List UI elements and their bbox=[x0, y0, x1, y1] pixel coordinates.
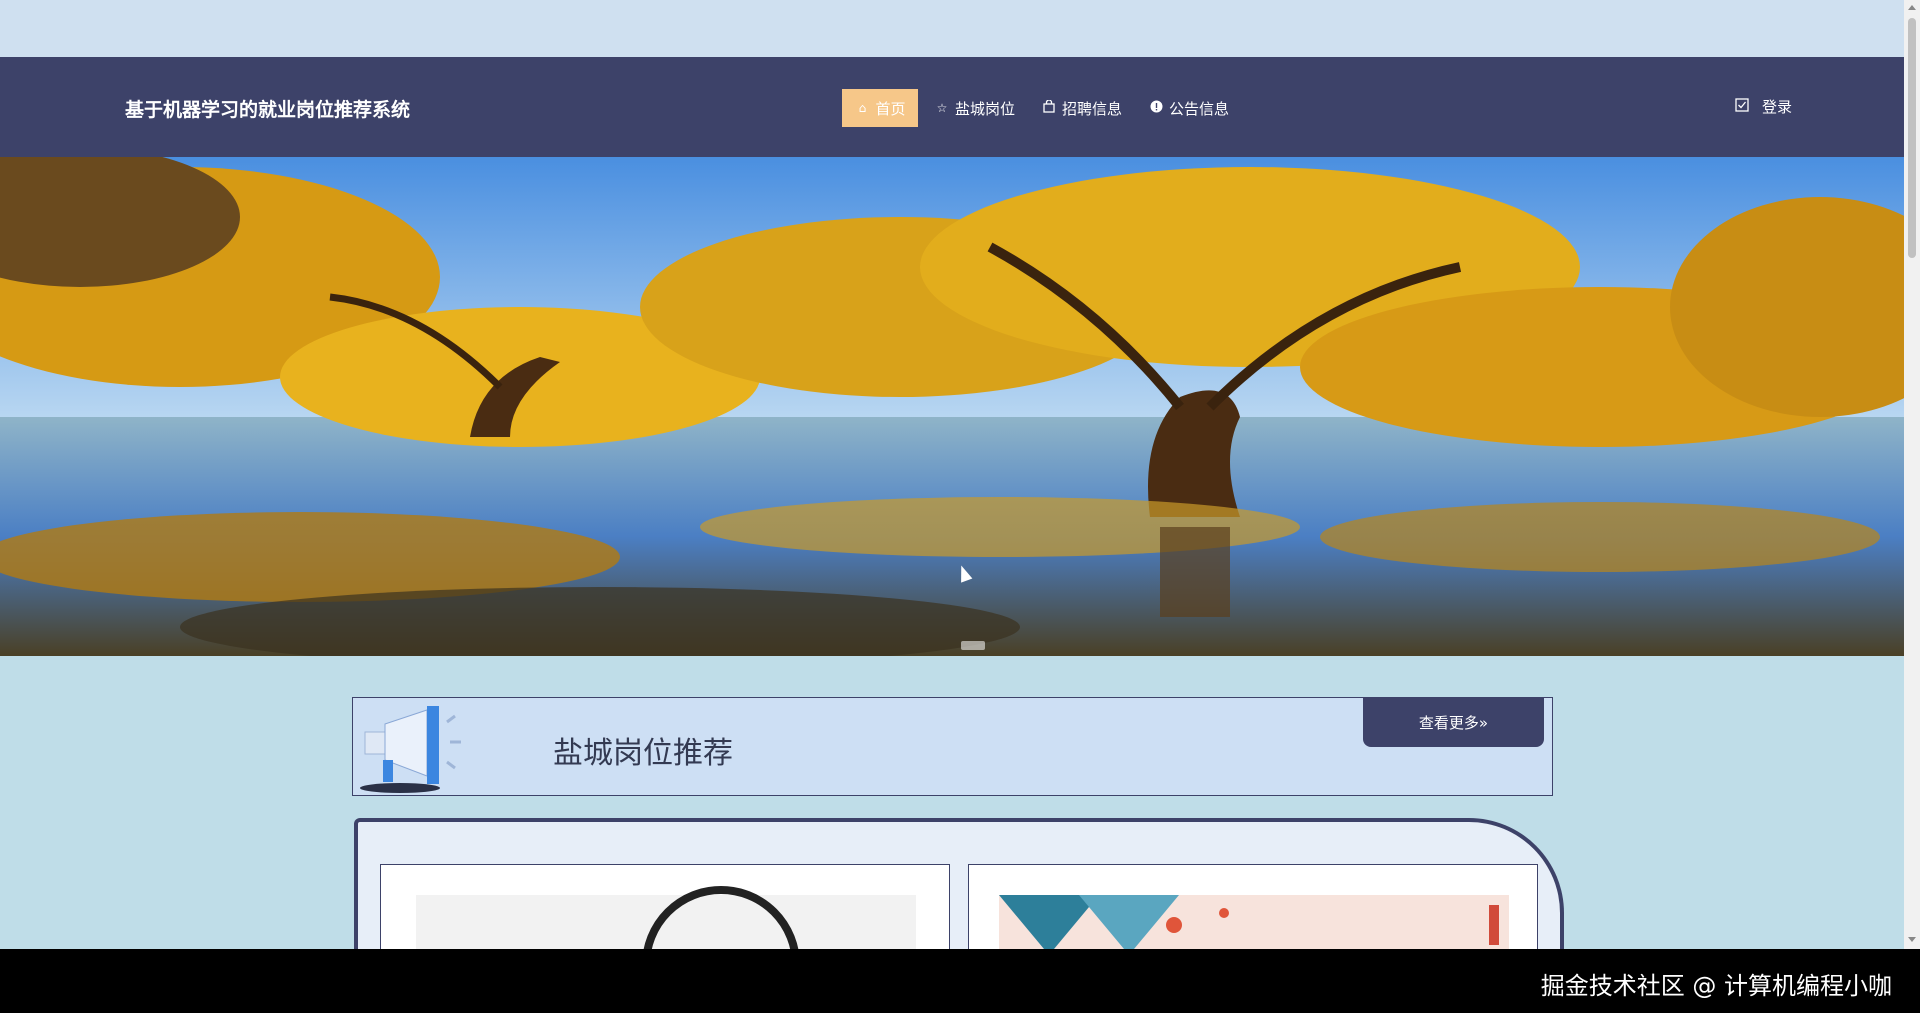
nav-item-home[interactable]: ⌂ 首页 bbox=[842, 89, 918, 127]
nav-item-label: 首页 bbox=[875, 99, 906, 118]
nav-item-jobs[interactable]: ☆ 盐城岗位 bbox=[924, 89, 1025, 127]
login-button[interactable]: 登录 bbox=[1734, 96, 1792, 117]
scroll-thumb[interactable] bbox=[1908, 18, 1916, 258]
info-icon bbox=[1148, 100, 1164, 116]
nav-item-label: 盐城岗位 bbox=[955, 99, 1016, 118]
section-header: 盐城岗位推荐 查看更多» bbox=[352, 697, 1553, 796]
navbar: 基于机器学习的就业岗位推荐系统 ⌂ 首页 ☆ 盐城岗位 招聘信息 公告信息 登录 bbox=[0, 57, 1904, 157]
section-title: 盐城岗位推荐 bbox=[553, 736, 733, 771]
top-strip bbox=[0, 0, 1904, 57]
carousel-indicator[interactable] bbox=[961, 641, 985, 650]
nav-item-label: 公告信息 bbox=[1169, 99, 1230, 118]
nav-item-announcements[interactable]: 公告信息 bbox=[1138, 89, 1239, 127]
banner-image bbox=[0, 157, 1904, 656]
scroll-down-icon[interactable] bbox=[1908, 937, 1916, 942]
scroll-up-icon[interactable] bbox=[1908, 5, 1916, 10]
bag-icon bbox=[1041, 99, 1057, 116]
star-icon: ☆ bbox=[936, 101, 948, 115]
site-title: 基于机器学习的就业岗位推荐系统 bbox=[125, 99, 411, 121]
main-nav: ⌂ 首页 ☆ 盐城岗位 招聘信息 公告信息 bbox=[842, 89, 1245, 127]
vertical-scrollbar[interactable] bbox=[1904, 0, 1920, 949]
nav-item-label: 招聘信息 bbox=[1062, 99, 1123, 118]
login-label: 登录 bbox=[1762, 98, 1793, 116]
view-more-button[interactable]: 查看更多» bbox=[1363, 697, 1544, 747]
checkbox-icon bbox=[1734, 98, 1750, 115]
megaphone-icon bbox=[355, 702, 485, 794]
video-overlay-bar: 掘金技术社区 @ 计算机编程小咖 bbox=[0, 949, 1920, 1013]
nav-item-recruitment[interactable]: 招聘信息 bbox=[1031, 89, 1132, 127]
home-icon: ⌂ bbox=[858, 101, 867, 115]
watermark-text: 掘金技术社区 @ 计算机编程小咖 bbox=[1540, 972, 1892, 1000]
